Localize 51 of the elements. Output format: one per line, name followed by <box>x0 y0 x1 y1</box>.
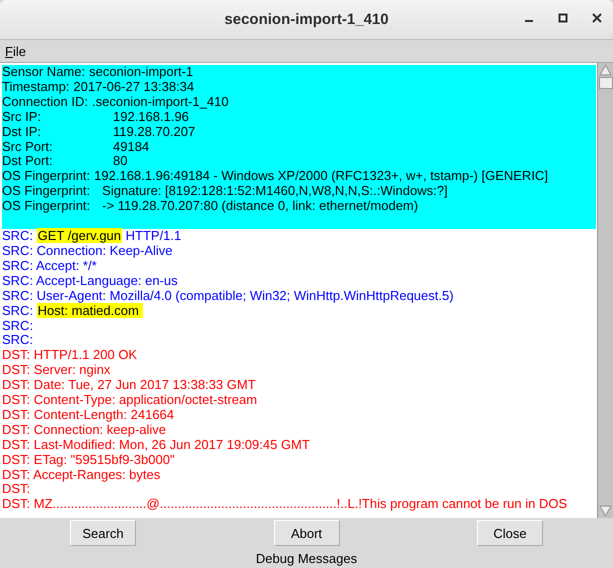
transcript-line: DST: Connection: keep-alive <box>2 422 168 438</box>
field-value: .seconion-import-1_410 <box>92 94 229 110</box>
transcript-line: DST: Last-Modified: Mon, 26 Jun 2017 19:09:45 GMT <box>2 438 311 453</box>
transcript-line: SRC: Connection: Keep-Alive <box>2 244 174 259</box>
field-label: Timestamp: <box>2 80 70 95</box>
window-title: seconion-import-1_410 <box>224 11 389 28</box>
field-label: Src Port: <box>2 140 54 154</box>
scrollbar[interactable] <box>597 63 613 518</box>
transcript-line: DST: Content-Type: application/octet-stream <box>2 393 258 408</box>
field-value: seconion-import-1 <box>89 65 194 80</box>
transcript-line: DST: Date: Tue, 27 Jun 2017 13:38:33 GMT <box>2 378 257 394</box>
transcript-line: DST: Server: nginx <box>2 363 112 378</box>
field-label: Sensor Name: <box>2 65 86 80</box>
field-value: 192.168.1.96:49184 - Windows XP/2000 (RFC1323+, w+, tstamp-) [GENERIC] <box>94 169 548 184</box>
maximize-icon[interactable] <box>557 12 569 24</box>
transcript-line: DST: <box>2 482 32 498</box>
field-value: 80 <box>113 154 128 170</box>
field-label: OS Fingerprint: <box>2 184 90 200</box>
transcript-line: SRC: Host: matied.com <box>2 304 597 318</box>
field-label: Dst IP: <box>2 124 42 140</box>
action-button[interactable]: Close <box>477 520 543 546</box>
transcript-line: SRC: Accept: */* <box>2 258 98 274</box>
field-label: Src IP: <box>2 110 42 125</box>
field-value: -> 119.28.70.207:80 (distance 0, link: ethernet/modem) <box>102 199 418 214</box>
transcript-line: SRC: User-Agent: Mozilla/4.0 (compatible; Win32; WinHttp.WinHttpRequest.5) <box>2 288 455 304</box>
field-value: 2017-06-27 13:38:34 <box>73 80 194 95</box>
transcript-line: SRC: GET /gerv.gun HTTP/1.1 <box>2 229 182 244</box>
field-value: 49184 <box>113 140 150 154</box>
field-value: 192.168.1.96 <box>113 110 189 125</box>
field-label: OS Fingerprint: <box>2 199 90 214</box>
transcript-line: DST: Accept-Ranges: bytes <box>2 468 162 482</box>
action-button[interactable]: Search <box>70 520 136 546</box>
action-button[interactable]: Abort <box>274 520 340 546</box>
field-label: Dst Port: <box>2 154 54 170</box>
transcript-line: DST: Content-Length: 241664 <box>2 408 174 423</box>
close-icon[interactable] <box>591 12 603 24</box>
transcript-line: DST: ETag: "59515bf9-3b000" <box>2 452 176 468</box>
scroll-up-icon[interactable] <box>599 63 612 76</box>
field-label: Connection ID: <box>2 94 88 110</box>
scroll-thumb[interactable] <box>598 77 612 89</box>
transcript-line: DST: MZ..........................@.................................................!..L.!This program cannot be run in DOS <box>2 497 568 512</box>
field-label: OS Fingerprint: <box>2 169 90 184</box>
transcript-line: SRC: Accept-Language: en-us <box>2 274 179 289</box>
transcript-line: SRC: <box>2 333 34 348</box>
field-value: 119.28.70.207 <box>113 124 196 140</box>
scroll-down-icon[interactable] <box>599 505 612 518</box>
field-value: Signature: [8192:128:1:52:M1460,N,W8,N,N,S:.:Windows:?] <box>102 184 448 200</box>
transcript-line: SRC: <box>2 318 34 334</box>
menu-item[interactable]: File <box>5 44 26 58</box>
debug-messages-label: Debug Messages <box>254 551 358 566</box>
transcript-line: DST: HTTP/1.1 200 OK <box>2 348 138 364</box>
